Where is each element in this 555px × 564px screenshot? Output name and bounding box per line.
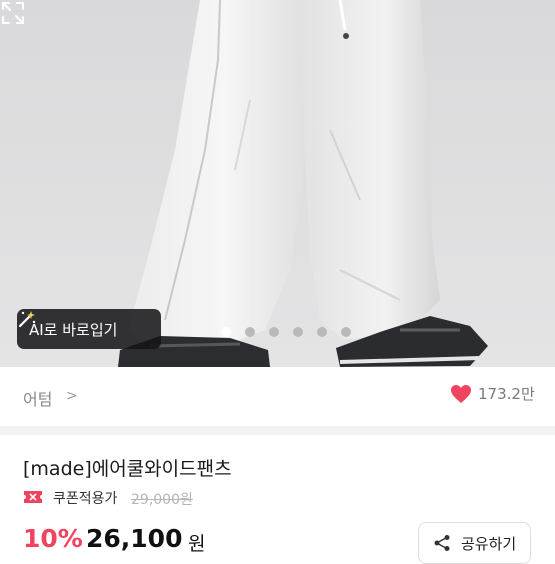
heart-icon (451, 384, 471, 403)
discount-rate: 10% (23, 524, 83, 553)
magic-wand-icon (18, 311, 36, 328)
chevron-right-icon: > (66, 388, 78, 404)
carousel-dot[interactable] (317, 327, 327, 337)
sale-price: 26,100 (86, 524, 183, 553)
like-count: 173.2만 (478, 385, 535, 403)
ai-try-on-label: AI로 바로입기 (29, 320, 118, 339)
share-icon (434, 535, 450, 551)
carousel-dot[interactable] (341, 327, 351, 337)
carousel-dot[interactable] (269, 327, 279, 337)
section-divider (0, 426, 555, 435)
expand-icon[interactable] (0, 0, 26, 26)
store-name[interactable]: 어텀 (23, 386, 52, 410)
currency-unit: 원 (188, 533, 206, 555)
carousel-dot[interactable] (221, 327, 231, 337)
carousel-indicator (221, 327, 351, 337)
product-title: [made]에어쿨와이드팬츠 (23, 458, 232, 480)
coupon-price-label: 쿠폰적용가 (53, 491, 118, 507)
coupon-icon (24, 491, 42, 503)
carousel-dot[interactable] (245, 327, 255, 337)
share-label: 공유하기 (461, 534, 517, 553)
carousel-dot[interactable] (293, 327, 303, 337)
ai-try-on-button[interactable]: AI로 바로입기 (17, 309, 161, 349)
original-price: 29,000원 (131, 492, 193, 508)
share-button[interactable]: 공유하기 (418, 522, 531, 564)
product-image[interactable]: AI로 바로입기 (0, 0, 555, 367)
like-button[interactable]: 173.2만 (450, 383, 535, 404)
